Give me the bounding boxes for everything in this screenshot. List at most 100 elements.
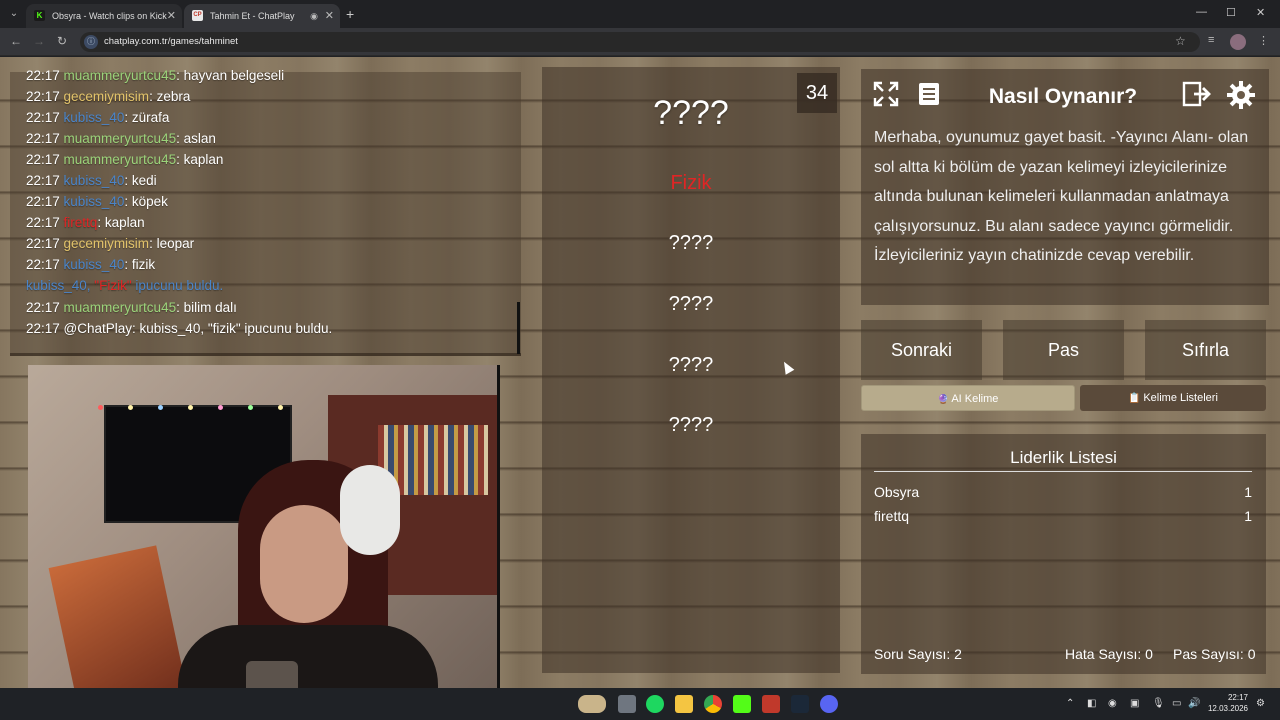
ai-word-label: AI Kelime <box>951 393 999 405</box>
player-name: Obsyra <box>874 484 920 500</box>
profile-avatar[interactable] <box>1230 34 1246 50</box>
chat-text: : hayvan belgeseli <box>176 68 285 83</box>
chat-scrollbar[interactable] <box>517 302 520 354</box>
hint-word-hidden: ???? <box>668 354 714 376</box>
address-bar-row: ← → ↻ ⓘ chatplay.com.tr/games/tahminet ☆… <box>0 28 1280 56</box>
chat-username[interactable]: kubiss_40 <box>64 173 125 188</box>
chat-message: 22:17 gecemiymisim: zebra <box>26 89 190 105</box>
tab-search-icon[interactable]: ⌄ <box>6 6 22 22</box>
taskbar-folder-gray-icon[interactable] <box>618 695 636 713</box>
chat-message: 22:17 kubiss_40: fizik <box>26 257 155 273</box>
notice-text: ipucunu buldu. <box>131 278 224 293</box>
word-lists-button[interactable]: 📋 Kelime Listeleri <box>1080 385 1266 411</box>
chat-message: 22:17 muammeryurtcu45: bilim dalı <box>26 300 237 316</box>
clock-time: 22:17 <box>1227 693 1248 702</box>
url-field[interactable]: ⓘ chatplay.com.tr/games/tahminet <box>80 32 1200 52</box>
chat-timestamp: 22:17 <box>26 215 64 230</box>
leaderboard-panel <box>861 434 1266 674</box>
chat-timestamp: 22:17 <box>26 321 64 336</box>
chat-timestamp: 22:17 <box>26 300 64 315</box>
tray-discord-icon[interactable]: ◉ <box>1108 698 1117 709</box>
steam-icon[interactable] <box>791 695 809 713</box>
new-tab-button[interactable]: + <box>346 6 354 22</box>
game-page: 22:17 muammeryurtcu45: hayvan belgeseli 2… <box>0 57 1280 688</box>
microphone-icon[interactable]: 🎙 <box>1152 698 1165 709</box>
logout-icon[interactable] <box>1180 77 1214 111</box>
tray-chevron-icon[interactable]: ⌃ <box>1066 698 1074 709</box>
chat-text: : zebra <box>149 89 191 104</box>
word-lists-label: Kelime Listeleri <box>1143 392 1218 404</box>
chat-username[interactable]: kubiss_40 <box>64 257 125 272</box>
back-icon[interactable]: ← <box>10 34 22 48</box>
chatplay-favicon-icon: CP <box>192 10 203 21</box>
chat-username[interactable]: gecemiymisim <box>64 89 150 104</box>
menu-kebab-icon[interactable]: ⋮ <box>1258 34 1269 47</box>
tray-app2-icon[interactable]: ▣ <box>1130 698 1139 709</box>
chat-message: 22:17 muammeryurtcu45: kaplan <box>26 152 223 168</box>
pass-button[interactable]: Pas <box>1003 320 1124 380</box>
next-button[interactable]: Sonraki <box>861 320 982 380</box>
chat-username[interactable]: muammeryurtcu45 <box>64 300 177 315</box>
close-tab-icon[interactable]: ✕ <box>325 4 334 28</box>
chat-username[interactable]: firettq <box>64 215 98 230</box>
taskbar-app-icon[interactable] <box>820 695 838 713</box>
chat-username[interactable]: kubiss_40 <box>64 110 125 125</box>
spotify-icon[interactable] <box>646 695 664 713</box>
chat-message: 22:17 gecemiymisim: leopar <box>26 236 194 252</box>
site-info-icon[interactable]: ⓘ <box>84 35 98 49</box>
clock-date: 12.03.2026 <box>1207 704 1248 713</box>
chat-notice: kubiss_40, "Fizik" ipucunu buldu. <box>26 278 223 294</box>
bookmark-star-icon[interactable]: ☆ <box>1175 34 1186 48</box>
streamer-webcam <box>28 365 500 688</box>
settings-gear-icon[interactable] <box>1224 77 1258 111</box>
close-tab-icon[interactable]: ✕ <box>167 4 176 28</box>
minimize-icon[interactable]: — <box>1196 6 1207 18</box>
chat-message: 22:17 kubiss_40: köpek <box>26 194 168 210</box>
network-icon[interactable]: ▭ <box>1172 698 1181 709</box>
chat-username[interactable]: @ChatPlay <box>64 321 132 336</box>
chat-message: 22:17 firettq: kaplan <box>26 215 145 231</box>
kick-app-icon[interactable] <box>733 695 751 713</box>
notifications-icon[interactable]: ⚙ <box>1256 698 1265 709</box>
volume-icon[interactable]: 🔊 <box>1188 698 1200 709</box>
forward-icon[interactable]: → <box>33 34 45 48</box>
url-text: chatplay.com.tr/games/tahminet <box>104 36 238 47</box>
chat-text: : leopar <box>149 236 195 251</box>
chat-timestamp: 22:17 <box>26 89 64 104</box>
chat-username[interactable]: kubiss_40 <box>64 194 125 209</box>
chat-text: : bilim dalı <box>176 300 237 315</box>
chat-message: 22:17 @ChatPlay: kubiss_40, "fizik" ipuc… <box>26 321 332 337</box>
chat-text: : fizik <box>124 257 156 272</box>
tab-kick[interactable]: K Obsyra - Watch clips on Kick ✕ <box>26 4 182 28</box>
webcam-headset <box>340 465 400 555</box>
file-explorer-icon[interactable] <box>675 695 693 713</box>
chat-text: : kaplan <box>97 215 145 230</box>
taskbar-widget-icon[interactable] <box>578 695 606 713</box>
ai-word-button[interactable]: 🔮 AI Kelime <box>861 385 1075 411</box>
chat-timestamp: 22:17 <box>26 236 64 251</box>
tray-app-icon[interactable]: ◧ <box>1087 698 1096 709</box>
webcam-person-face <box>260 505 348 623</box>
maximize-icon[interactable]: ☐ <box>1226 6 1236 19</box>
leaderboard-divider <box>874 471 1252 472</box>
audio-playing-icon[interactable]: ◉ <box>310 4 318 28</box>
chat-timestamp: 22:17 <box>26 257 64 272</box>
main-word: ???? <box>653 94 729 132</box>
chrome-icon[interactable] <box>704 695 722 713</box>
reload-icon[interactable]: ↻ <box>57 34 67 48</box>
reset-button[interactable]: Sıfırla <box>1145 320 1266 380</box>
chat-text: : aslan <box>176 131 216 146</box>
system-clock[interactable]: 22:17 12.03.2026 <box>1206 692 1248 714</box>
chat-username[interactable]: muammeryurtcu45 <box>64 152 177 167</box>
chat-username[interactable]: muammeryurtcu45 <box>64 68 177 83</box>
close-window-icon[interactable]: ✕ <box>1256 6 1265 19</box>
chat-username[interactable]: gecemiymisim <box>64 236 150 251</box>
extensions-icon[interactable]: ≡ <box>1208 34 1214 46</box>
pass-count: Pas Sayısı: 0 <box>1173 646 1256 662</box>
chat-timestamp: 22:17 <box>26 131 64 146</box>
tab-chatplay[interactable]: CP Tahmin Et - ChatPlay ◉ ✕ <box>184 4 340 28</box>
chat-message: 22:17 kubiss_40: kedi <box>26 173 157 189</box>
chat-username[interactable]: muammeryurtcu45 <box>64 131 177 146</box>
taskbar-red-app-icon[interactable] <box>762 695 780 713</box>
chat-text: : zürafa <box>124 110 170 125</box>
